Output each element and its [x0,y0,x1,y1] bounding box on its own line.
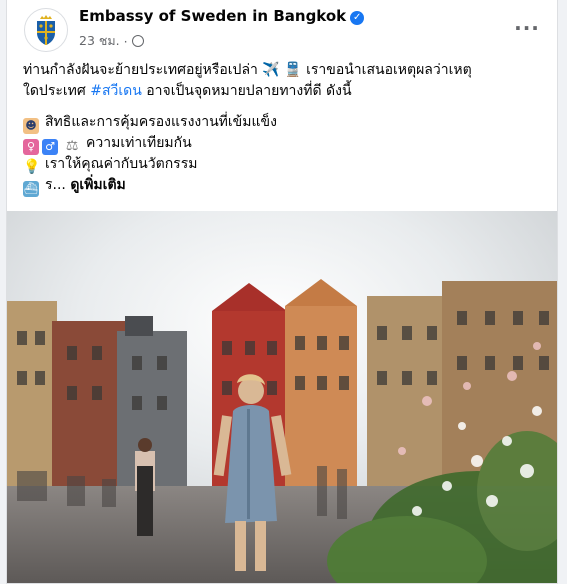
light-bulb-emoji-icon: 💡 [23,159,41,175]
bullet-1-text: สิทธิและการคุ้มครองแรงงานที่เข้มแข็ง [45,114,277,130]
post-line-1: ท่านกำลังฝันจะย้ายประเทศอยู่หรือเปล่า ✈️… [23,62,472,78]
male-sign-emoji-icon: ♂ [42,139,58,155]
ship-emoji-icon: ⛴ [23,181,39,197]
line-2-prefix: ใดประเทศ [23,83,91,99]
see-more-link[interactable]: ดูเพิ่มเติม [70,177,125,193]
post-line-2: ใดประเทศ #สวีเดน อาจเป็นจุดหมายปลายทางที… [23,81,543,102]
post-card: Embassy of Sweden in Bangkok ✓ 23 ชม. · ·… [6,0,558,584]
bullet-line-1: ☻ สิทธิและการคุ้มครองแรงงานที่เข้มแข็ง [23,112,543,134]
page-name-text: Embassy of Sweden in Bangkok [79,7,347,25]
coat-of-arms-icon [37,15,55,45]
post-text: ท่านกำลังฝันจะย้ายประเทศอยู่หรือเปล่า ✈️… [23,60,543,197]
post-photo[interactable] [7,211,557,583]
meta-separator: · [123,33,128,49]
old-town-street-photo [7,211,557,583]
page-avatar[interactable] [24,8,68,52]
line-2-suffix: อาจเป็นจุดหมายปลายทางที่ดี ดังนี้ [141,83,352,99]
post-timestamp[interactable]: 23 ชม. [79,31,120,51]
worker-emoji-icon: ☻ [23,118,39,134]
bullet-3-text: เราให้คุณค่ากับนวัตกรรม [45,156,198,172]
verified-badge-icon: ✓ [350,11,365,25]
globe-icon [131,35,144,47]
balance-scale-emoji-icon: ⚖ [65,138,79,154]
bullet-2-text: ความเท่าเทียมกัน [86,135,192,151]
hashtag-link[interactable]: #สวีเดน [90,83,142,99]
page-name-link[interactable]: Embassy of Sweden in Bangkok ✓ [79,7,365,25]
bullet-line-3: 💡 เราให้คุณค่ากับนวัตกรรม [23,154,543,175]
more-options-button[interactable]: ··· [513,14,541,42]
female-sign-emoji-icon: ♀ [23,139,39,155]
bullet-line-2: ♀ ♂ ⚖ ความเท่าเทียมกัน [23,133,543,155]
more-horizontal-icon: ··· [514,16,540,40]
post-meta: 23 ชม. · [79,31,144,51]
bullet-line-4: ⛴ ร... ดูเพิ่มเติม [23,175,543,197]
post-header: Embassy of Sweden in Bangkok ✓ 23 ชม. · ·… [7,0,557,56]
bullet-4-text: ร... [45,177,66,193]
